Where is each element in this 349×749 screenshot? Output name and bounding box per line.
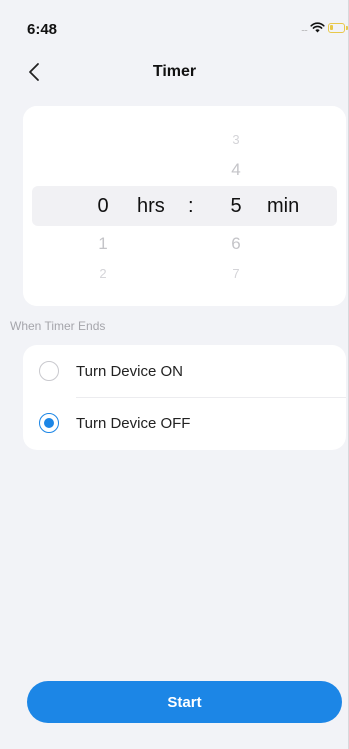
time-picker[interactable]: 3 4 0 hrs : 5 min 1 6 2 7: [23, 106, 346, 306]
page-title: Timer: [152, 63, 197, 80]
option-turn-device-on[interactable]: Turn Device ON: [23, 345, 346, 397]
minute-option[interactable]: 4: [216, 150, 256, 190]
option-turn-device-off[interactable]: Turn Device OFF: [23, 397, 346, 449]
signal-dots: ....: [300, 22, 308, 33]
picker-fade-bottom: [23, 276, 346, 306]
status-bar: 6:48 ....: [0, 0, 349, 44]
status-icons: ....: [300, 22, 348, 33]
wifi-icon: [310, 22, 325, 33]
hour-selected[interactable]: 0: [83, 186, 123, 226]
battery-icon: [328, 22, 348, 33]
picker-row-prev1: 4: [23, 150, 346, 190]
minute-selected[interactable]: 5: [216, 186, 256, 226]
hours-unit-label: hrs: [137, 195, 165, 217]
option-label: Turn Device ON: [76, 362, 183, 380]
option-label: Turn Device OFF: [76, 414, 191, 432]
start-button[interactable]: Start: [27, 681, 342, 723]
minutes-unit-label: min: [267, 195, 300, 217]
picker-fade-top: [23, 106, 346, 136]
timer-end-options: Turn Device ON Turn Device OFF: [23, 345, 346, 450]
hour-option[interactable]: [83, 150, 123, 190]
timer-screen: 6:48 .... Timer 3 4 0 hrs: 5 min 1 6 2 …: [0, 0, 349, 749]
section-label: When Timer Ends: [10, 319, 106, 333]
status-time: 6:48: [27, 21, 58, 38]
nav-bar: Timer: [0, 52, 349, 92]
time-separator: :: [188, 195, 194, 217]
radio-unchecked-icon[interactable]: [39, 361, 59, 381]
radio-checked-icon[interactable]: [39, 413, 59, 433]
picker-row-selected: 0 hrs : 5 min: [23, 186, 346, 226]
